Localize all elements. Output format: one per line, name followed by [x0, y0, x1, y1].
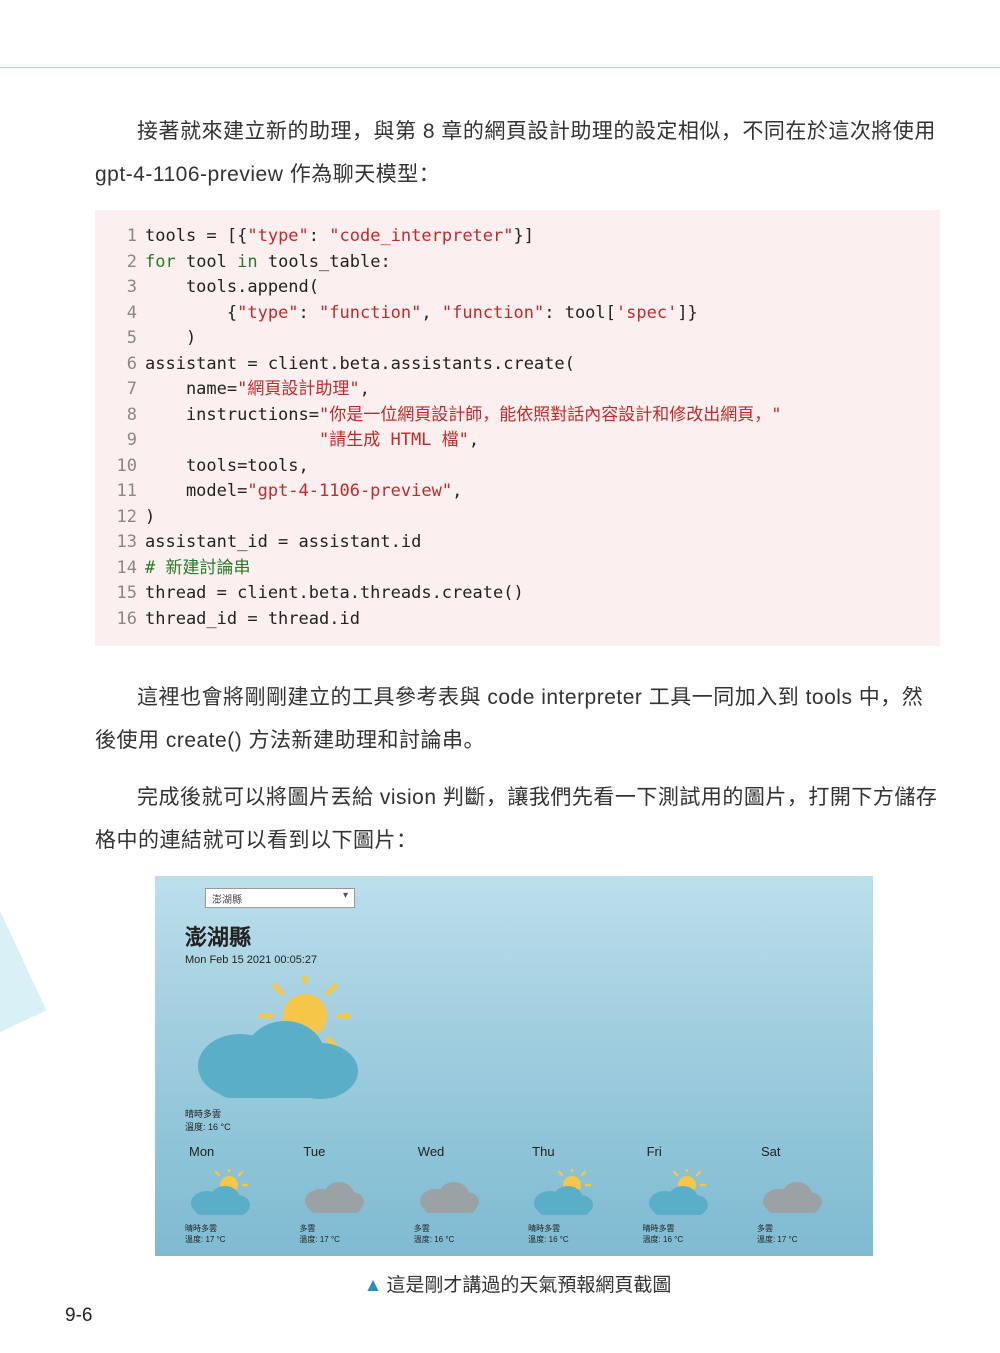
day-weather-icon — [185, 1169, 255, 1219]
code-text: , — [421, 303, 441, 323]
line-number: 9 — [107, 428, 137, 454]
code-text: }] — [514, 226, 534, 246]
today-condition: 晴時多雲 — [185, 1109, 221, 1119]
line-number: 11 — [107, 479, 137, 505]
paragraph-2: 這裡也會將剛剛建立的工具參考表與 code interpreter 工具一同加入… — [95, 676, 940, 762]
forecast-day: Tue 多雲溫度: 17 °C — [295, 1144, 405, 1245]
line-number: 5 — [107, 326, 137, 352]
code-text: name= — [145, 379, 237, 399]
code-string: "code_interpreter" — [329, 226, 513, 246]
day-description: 多雲溫度: 17 °C — [753, 1223, 863, 1245]
day-description: 晴時多雲溫度: 16 °C — [524, 1223, 634, 1245]
line-number: 10 — [107, 454, 137, 480]
caption-triangle-icon: ▲ — [364, 1275, 383, 1296]
code-string: 'spec' — [616, 303, 677, 323]
day-description: 晴時多雲溫度: 17 °C — [181, 1223, 291, 1245]
code-text: assistant = client.beta.assistants.creat… — [145, 354, 575, 374]
day-weather-icon — [528, 1169, 598, 1219]
line-number: 14 — [107, 556, 137, 582]
day-weather-icon — [643, 1169, 713, 1219]
line-number: 8 — [107, 403, 137, 429]
code-text: assistant_id = assistant.id — [145, 532, 421, 552]
code-text: , — [452, 481, 462, 501]
day-name: Tue — [295, 1144, 405, 1159]
line-number: 4 — [107, 301, 137, 327]
today-weather-icon — [185, 976, 375, 1106]
code-text: : tool[ — [544, 303, 616, 323]
day-description: 多雲溫度: 17 °C — [295, 1223, 405, 1245]
code-text: tool — [176, 252, 237, 272]
code-string: "請生成 HTML 檔" — [319, 430, 469, 450]
day-name: Sat — [753, 1144, 863, 1159]
code-text: , — [360, 379, 370, 399]
code-keyword: in — [237, 252, 257, 272]
top-border-line — [0, 67, 1000, 68]
code-text: tools_table: — [258, 252, 391, 272]
code-text: , — [469, 430, 479, 450]
code-text: : — [309, 226, 329, 246]
line-number: 6 — [107, 352, 137, 378]
city-title: 澎湖縣 — [185, 920, 251, 952]
code-string: "function" — [319, 303, 421, 323]
code-string: "你是一位網頁設計師，能依照對話內容設計和修改出網頁，" — [319, 405, 781, 425]
line-number: 16 — [107, 607, 137, 633]
line-number: 13 — [107, 530, 137, 556]
forecast-day: Thu 晴時多雲溫度: 16 °C — [524, 1144, 634, 1245]
forecast-row: Mon 晴時多雲溫度: 17 °C Tue 多雲溫度: 17 °C Wed — [181, 1144, 863, 1245]
day-description: 晴時多雲溫度: 16 °C — [639, 1223, 749, 1245]
code-text: ) — [145, 328, 196, 348]
date-line: Mon Feb 15 2021 00:05:27 — [185, 954, 317, 966]
forecast-day: Fri 晴時多雲溫度: 16 °C — [639, 1144, 749, 1245]
page-content: 接著就來建立新的助理，與第 8 章的網頁設計助理的設定相似，不同在於這次將使用 … — [95, 110, 940, 1313]
code-text: { — [145, 303, 237, 323]
day-name: Thu — [524, 1144, 634, 1159]
county-dropdown[interactable]: 澎湖縣 — [205, 888, 355, 908]
figure-caption: ▲這是剛才講過的天氣預報網頁截圖 — [95, 1270, 940, 1297]
code-text: tools.append( — [145, 277, 319, 297]
code-text: : — [299, 303, 319, 323]
code-text: model= — [145, 481, 247, 501]
code-keyword: for — [145, 252, 176, 272]
day-name: Fri — [639, 1144, 749, 1159]
forecast-day: Sat 多雲溫度: 17 °C — [753, 1144, 863, 1245]
code-text: thread = client.beta.threads.create() — [145, 583, 524, 603]
line-number: 3 — [107, 275, 137, 301]
day-weather-icon — [414, 1169, 484, 1219]
today-temperature: 溫度: 16 °C — [185, 1122, 231, 1132]
line-number: 12 — [107, 505, 137, 531]
line-number: 15 — [107, 581, 137, 607]
line-number: 1 — [107, 224, 137, 250]
code-comment: # 新建討論串 — [145, 558, 250, 578]
code-string: "type" — [247, 226, 308, 246]
code-text: instructions= — [145, 405, 319, 425]
code-text: thread_id = thread.id — [145, 609, 360, 629]
paragraph-1: 接著就來建立新的助理，與第 8 章的網頁設計助理的設定相似，不同在於這次將使用 … — [95, 110, 940, 196]
line-number: 7 — [107, 377, 137, 403]
code-block: 1tools = [{"type": "code_interpreter"}] … — [95, 210, 940, 646]
code-text: tools=tools, — [145, 456, 309, 476]
day-name: Mon — [181, 1144, 291, 1159]
today-description: 晴時多雲 溫度: 16 °C — [185, 1108, 231, 1133]
code-text — [145, 430, 319, 450]
page-number: 9-6 — [65, 1305, 92, 1327]
code-string: "gpt-4-1106-preview" — [247, 481, 452, 501]
day-name: Wed — [410, 1144, 520, 1159]
code-string: "網頁設計助理" — [237, 379, 359, 399]
paragraph-3: 完成後就可以將圖片丟給 vision 判斷，讓我們先看一下測試用的圖片，打開下方… — [95, 776, 940, 862]
day-weather-icon — [757, 1169, 827, 1219]
code-text: ]} — [677, 303, 697, 323]
forecast-day: Wed 多雲溫度: 16 °C — [410, 1144, 520, 1245]
page-decoration-triangle — [0, 857, 87, 1124]
caption-text: 這是剛才講過的天氣預報網頁截圖 — [386, 1275, 671, 1296]
line-number: 2 — [107, 250, 137, 276]
code-text: tools = [{ — [145, 226, 247, 246]
code-text: ) — [145, 507, 155, 527]
code-string: "type" — [237, 303, 298, 323]
weather-screenshot: 澎湖縣 澎湖縣 Mon Feb 15 2021 00:05:27 — [155, 876, 873, 1256]
day-description: 多雲溫度: 16 °C — [410, 1223, 520, 1245]
day-weather-icon — [299, 1169, 369, 1219]
code-string: "function" — [442, 303, 544, 323]
forecast-day: Mon 晴時多雲溫度: 17 °C — [181, 1144, 291, 1245]
